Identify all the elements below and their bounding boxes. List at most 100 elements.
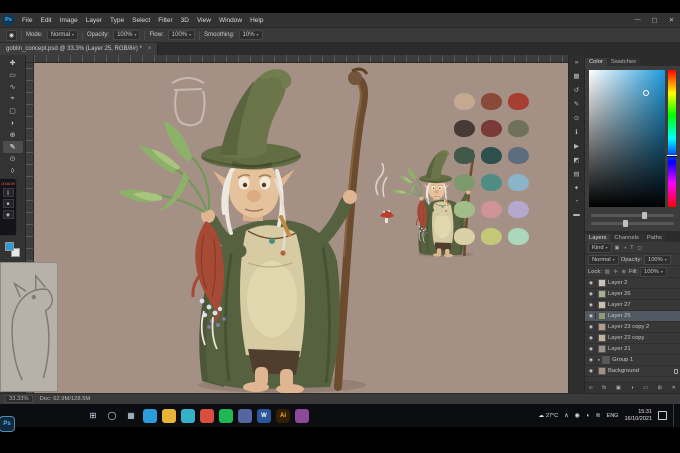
layer-row-selected[interactable]: ◉ Layer 25: [585, 311, 680, 322]
layer-row[interactable]: ◉ Layer 21: [585, 344, 680, 355]
layer-row[interactable]: ◉ Layer 2: [585, 278, 680, 289]
visibility-eye-icon[interactable]: ◉: [587, 335, 596, 341]
layer-thumbnail[interactable]: [598, 334, 606, 342]
action-center-icon[interactable]: [658, 411, 667, 420]
layer-thumbnail[interactable]: [598, 345, 606, 353]
volume-icon[interactable]: ◖: [586, 413, 590, 419]
visibility-eye-icon[interactable]: ◉: [587, 280, 596, 286]
network-icon[interactable]: ≋: [596, 412, 601, 419]
start-button[interactable]: ⊞: [86, 409, 100, 423]
kind-filter-dropdown[interactable]: Kind: [588, 242, 612, 253]
taskbar-app-spotify[interactable]: [219, 408, 233, 423]
styles-panel-icon[interactable]: ✦: [574, 184, 579, 192]
menu-help[interactable]: Help: [246, 17, 267, 24]
group-folder-icon[interactable]: [602, 356, 611, 364]
brush-settings-panel-icon[interactable]: ✎: [574, 100, 579, 108]
visibility-eye-icon[interactable]: ◉: [587, 291, 596, 297]
menu-3d[interactable]: 3D: [177, 17, 193, 24]
filter-adjustment-icon[interactable]: ◑: [622, 245, 627, 251]
brush-preset-icon[interactable]: ◉: [6, 29, 17, 41]
timeline-panel-icon[interactable]: ▬: [573, 211, 580, 218]
reference-sketch-window[interactable]: [0, 262, 58, 392]
security-icon[interactable]: ◉: [575, 412, 580, 419]
minimize-button[interactable]: —: [629, 16, 646, 24]
taskbar-app-paint[interactable]: [295, 408, 309, 423]
opacity-dropdown[interactable]: 100%: [113, 30, 141, 40]
filter-pixel-icon[interactable]: ▣: [614, 245, 621, 251]
brush-tool[interactable]: ✎: [2, 141, 23, 153]
visibility-eye-icon[interactable]: ◉: [587, 368, 596, 374]
menu-view[interactable]: View: [193, 17, 215, 24]
filter-type-icon[interactable]: T: [629, 245, 634, 251]
layer-group-row[interactable]: ◉ ▸ Group 1: [585, 355, 680, 366]
visibility-eye-icon[interactable]: ◉: [587, 302, 596, 308]
info-panel-icon[interactable]: ℹ: [575, 128, 577, 136]
foreground-color-swatch[interactable]: [5, 242, 14, 251]
ruler-origin[interactable]: [26, 55, 34, 63]
tab-layers[interactable]: Layers: [585, 234, 611, 242]
visibility-eye-icon[interactable]: ◉: [587, 324, 596, 330]
menu-window[interactable]: Window: [215, 17, 246, 24]
zoom-level-field[interactable]: 33.33%: [5, 395, 33, 403]
tab-swatches[interactable]: Swatches: [606, 58, 640, 66]
maximize-button[interactable]: ▢: [646, 16, 663, 24]
move-tool[interactable]: ✚: [3, 57, 23, 69]
color-slider[interactable]: [591, 212, 674, 219]
task-view-button[interactable]: ▦: [124, 409, 138, 423]
pause-recording-button[interactable]: ∥: [2, 188, 14, 197]
hue-slider[interactable]: [667, 70, 677, 207]
lock-transparency-icon[interactable]: ▨: [604, 269, 611, 275]
screen-recorder-overlay[interactable]: 00:48:39 ∥ ■ ◉: [0, 178, 17, 236]
group-caret-icon[interactable]: ▸: [598, 357, 600, 363]
layer-row[interactable]: ◉ Layer 23 copy 2: [585, 322, 680, 333]
smoothing-dropdown[interactable]: 10%: [238, 30, 263, 40]
background-layer-row[interactable]: ◉ Background: [585, 366, 680, 377]
document-tab[interactable]: goblin_concept.psd @ 33.3% (Layer 25, RG…: [0, 43, 159, 55]
layer-thumbnail[interactable]: [598, 290, 606, 298]
language-indicator[interactable]: ENG: [607, 413, 619, 419]
show-desktop-button[interactable]: [673, 404, 677, 427]
document-size-info[interactable]: Doc: 62.9M/128.5M: [40, 396, 91, 402]
taskbar-app-photoshop[interactable]: Ps: [0, 416, 15, 432]
blend-mode-dropdown[interactable]: Normal: [46, 30, 79, 40]
layer-row[interactable]: ◉ Layer 26: [585, 289, 680, 300]
taskbar-app-chrome[interactable]: [200, 408, 214, 423]
layer-thumbnail[interactable]: [598, 312, 606, 320]
taskbar-app-explorer[interactable]: [162, 408, 176, 423]
adjustments-panel-icon[interactable]: ◩: [573, 156, 579, 164]
lock-all-icon[interactable]: ⊕: [621, 269, 627, 275]
lasso-tool[interactable]: ∿: [3, 81, 23, 93]
taskbar-app-mail[interactable]: [143, 408, 157, 423]
layer-fill-dropdown[interactable]: 100%: [640, 266, 667, 277]
layer-row[interactable]: ◉ Layer 22 copy: [585, 333, 680, 344]
layer-blend-mode-dropdown[interactable]: Normal: [588, 254, 619, 265]
close-button[interactable]: ✕: [663, 16, 680, 24]
visibility-eye-icon[interactable]: ◉: [587, 313, 596, 319]
layer-thumbnail[interactable]: [598, 279, 606, 287]
color-slider[interactable]: [591, 220, 674, 227]
clock[interactable]: 15:31 16/10/2021: [624, 409, 652, 422]
menu-layer[interactable]: Layer: [82, 17, 106, 24]
search-button[interactable]: ◯: [105, 409, 119, 423]
layer-group-icon[interactable]: ▭: [643, 385, 648, 391]
color-wheel-panel-icon[interactable]: ◔: [575, 198, 579, 205]
quick-selection-tool[interactable]: ⌖: [3, 93, 23, 105]
layer-opacity-dropdown[interactable]: 100%: [643, 254, 671, 265]
crop-tool[interactable]: ▢: [3, 105, 23, 117]
navigator-panel-icon[interactable]: ▦: [573, 72, 579, 80]
menu-edit[interactable]: Edit: [36, 17, 55, 24]
flow-dropdown[interactable]: 100%: [167, 30, 196, 40]
layer-thumbnail[interactable]: [598, 367, 606, 375]
layer-thumbnail[interactable]: [598, 323, 606, 331]
link-layers-icon[interactable]: ∞: [589, 385, 593, 391]
taskbar-app-discord[interactable]: [238, 408, 252, 423]
taskbar-app-illustrator[interactable]: Ai: [276, 408, 290, 423]
capture-button[interactable]: ◉: [2, 210, 14, 219]
clone-stamp-tool[interactable]: ⊙: [3, 153, 23, 165]
menu-filter[interactable]: Filter: [154, 17, 176, 24]
lock-position-icon[interactable]: ✛: [613, 269, 619, 275]
menu-image[interactable]: Image: [56, 17, 82, 24]
taskbar-app-word[interactable]: W: [257, 408, 271, 423]
clone-source-panel-icon[interactable]: ⊙: [574, 114, 579, 122]
marquee-tool[interactable]: ▭: [3, 69, 23, 81]
